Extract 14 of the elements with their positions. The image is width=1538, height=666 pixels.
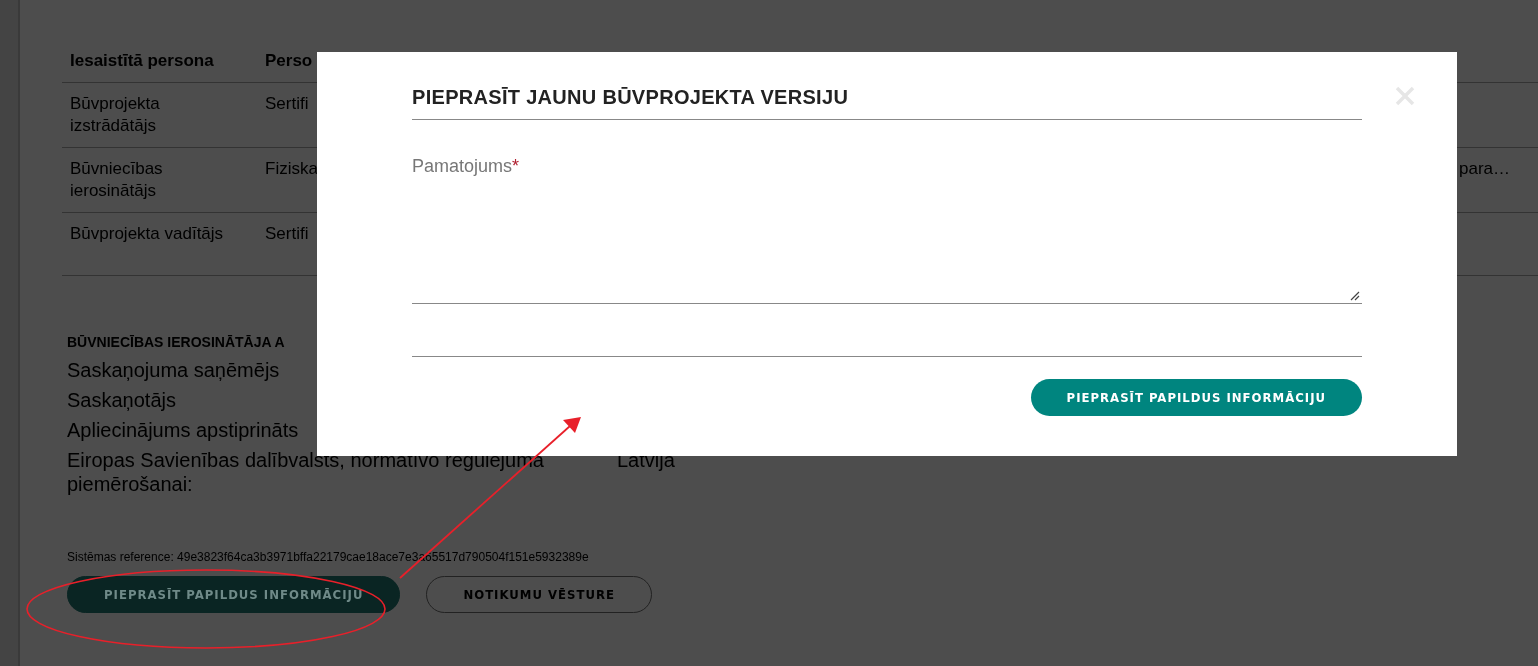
field-label: Pamatojums*	[412, 156, 520, 177]
resize-grip-icon[interactable]	[1350, 291, 1360, 301]
field-label: Apliecinājums apstiprināts	[67, 418, 300, 442]
section-title: BŪVNIECĪBAS IEROSINĀTĀJA A	[67, 334, 285, 350]
table-cell: Būvprojekta vadītājs	[62, 213, 257, 276]
request-info-button[interactable]: PIEPRASĪT PAPILDUS INFORMĀCIJU	[67, 576, 401, 613]
table-cell: Būvprojekta izstrādātājs	[62, 83, 257, 148]
column-header: Iesaistītā persona	[62, 44, 257, 83]
request-info-button[interactable]: PIEPRASĪT PAPILDUS INFORMĀCIJU	[1030, 379, 1362, 416]
field-label: Saskaņojuma saņēmējs	[67, 358, 281, 382]
field-label: Saskaņotājs	[67, 388, 177, 412]
table-cell: Būvniecības ierosinātājs	[62, 148, 257, 213]
close-icon[interactable]	[1395, 86, 1415, 106]
modal-title: PIEPRASĪT JAUNU BŪVPROJEKTA VERSIJU	[412, 86, 1362, 120]
